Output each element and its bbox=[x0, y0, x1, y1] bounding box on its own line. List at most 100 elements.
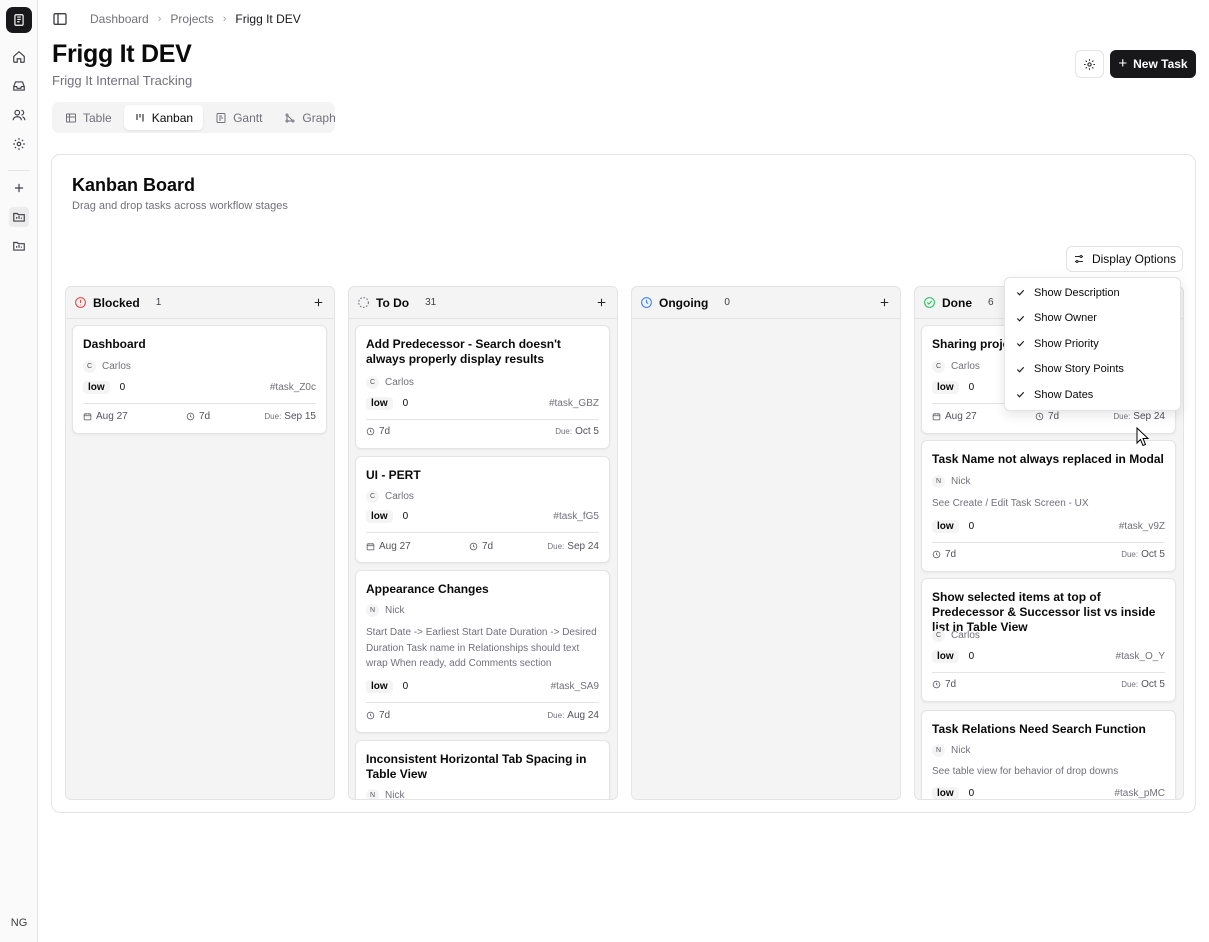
duration: 7d bbox=[379, 426, 391, 437]
check-icon bbox=[1016, 315, 1025, 322]
project-settings-button[interactable] bbox=[1075, 50, 1104, 78]
avatar: C bbox=[83, 360, 96, 373]
tab-graph[interactable]: Graph bbox=[274, 105, 345, 130]
owner-name: Carlos bbox=[385, 491, 414, 502]
task-title: Inconsistent Horizontal Tab Spacing in T… bbox=[366, 752, 587, 781]
task-meta: low 0 #task_SA9 bbox=[366, 680, 599, 693]
display-options-button[interactable]: Display Options bbox=[1066, 246, 1183, 272]
task-card[interactable]: Appearance Changes N Nick Start Date -> E… bbox=[355, 570, 610, 733]
task-card[interactable]: Add Predecessor - Search doesn't always … bbox=[355, 325, 610, 449]
tab-label: Graph bbox=[302, 110, 336, 125]
board-title: Kanban Board bbox=[72, 175, 196, 195]
task-title: Task Relations Need Search Function bbox=[932, 722, 1146, 736]
view-switcher: Table Kanban Gantt Graph bbox=[52, 102, 336, 133]
column-header: Blocked 1 bbox=[66, 287, 334, 319]
task-card[interactable]: Show selected items at top of Predecesso… bbox=[921, 578, 1176, 702]
menu-item-show-story-points[interactable]: Show Story Points bbox=[1005, 357, 1180, 383]
task-card[interactable]: UI - PERT C Carlos low 0 #task_fG5 Aug 27 7… bbox=[355, 456, 610, 563]
due-label: Due: bbox=[1121, 680, 1139, 689]
task-dates: Aug 27 7d Due: Sep 15 bbox=[83, 411, 316, 422]
chevron-right-icon: › bbox=[222, 13, 227, 25]
tab-kanban[interactable]: Kanban bbox=[123, 105, 204, 130]
story-points: 0 bbox=[402, 511, 409, 522]
task-card[interactable]: Task Relations Need Search Function N Nic… bbox=[921, 710, 1176, 799]
menu-item-show-owner[interactable]: Show Owner bbox=[1005, 306, 1180, 332]
task-card[interactable]: Dashboard C Carlos low 0 #task_Z0c Aug 27 7… bbox=[72, 325, 327, 434]
clock-icon bbox=[1035, 412, 1044, 421]
project-folder-icon[interactable] bbox=[9, 207, 29, 227]
due-date: Sep 24 bbox=[567, 541, 599, 552]
clock-icon bbox=[932, 550, 941, 559]
task-id: #task_v9Z bbox=[1118, 521, 1165, 532]
menu-item-show-priority[interactable]: Show Priority bbox=[1005, 331, 1180, 357]
kanban-icon bbox=[136, 113, 144, 121]
owner-name: Nick bbox=[385, 790, 405, 800]
tab-label: Table bbox=[83, 110, 112, 125]
menu-item-show-description[interactable]: Show Description bbox=[1005, 280, 1180, 306]
user-avatar[interactable]: NG bbox=[6, 912, 32, 934]
settings-icon[interactable] bbox=[9, 134, 29, 154]
sidebar-toggle-icon[interactable] bbox=[52, 11, 68, 27]
menu-item-label: Show Description bbox=[1034, 286, 1120, 299]
home-icon[interactable] bbox=[9, 47, 29, 67]
task-meta: low 0 #task_GBZ bbox=[366, 397, 599, 410]
project-folder-icon[interactable] bbox=[9, 236, 29, 256]
sliders-icon bbox=[1074, 255, 1083, 263]
card-divider bbox=[366, 532, 599, 533]
task-card[interactable]: Task Name not always replaced in Modal N… bbox=[921, 440, 1176, 572]
task-id: #task_fG5 bbox=[553, 511, 599, 522]
task-id: #task_O_Y bbox=[1115, 651, 1165, 662]
duration: 7d bbox=[945, 679, 957, 690]
priority-badge: low bbox=[932, 650, 959, 663]
column-name: To Do bbox=[376, 295, 410, 310]
add-project-icon[interactable] bbox=[9, 178, 29, 198]
breadcrumb-dashboard[interactable]: Dashboard bbox=[90, 12, 149, 26]
add-task-icon[interactable] bbox=[593, 294, 609, 310]
board-subtitle: Drag and drop tasks across workflow stag… bbox=[72, 200, 288, 212]
clock-icon bbox=[186, 412, 195, 421]
task-id: #task_GBZ bbox=[548, 398, 599, 409]
alert-circle-icon bbox=[75, 297, 86, 308]
menu-item-show-dates[interactable]: Show Dates bbox=[1005, 382, 1180, 408]
new-task-button[interactable]: + New Task bbox=[1110, 50, 1196, 78]
duration: 7d bbox=[945, 549, 957, 560]
task-dates: 7d Due: Oct 5 bbox=[932, 679, 1165, 690]
inbox-icon[interactable] bbox=[9, 76, 29, 96]
table-icon bbox=[66, 113, 76, 122]
card-divider bbox=[932, 672, 1165, 673]
column-count: 1 bbox=[155, 297, 162, 308]
column-name: Done bbox=[942, 295, 972, 310]
priority-badge: low bbox=[932, 381, 959, 394]
app-logo-icon[interactable] bbox=[6, 7, 32, 33]
gantt-icon bbox=[216, 112, 226, 123]
task-card[interactable]: Inconsistent Horizontal Tab Spacing in T… bbox=[355, 740, 610, 800]
column-header: To Do 31 bbox=[349, 287, 617, 319]
priority-badge: low bbox=[932, 520, 959, 533]
avatar: N bbox=[932, 475, 945, 488]
breadcrumb-projects[interactable]: Projects bbox=[170, 12, 213, 26]
due-label: Due: bbox=[547, 542, 565, 551]
task-description: See table view for behavior of drop down… bbox=[932, 766, 1119, 777]
avatar: C bbox=[366, 490, 379, 503]
menu-item-label: Show Priority bbox=[1034, 337, 1099, 350]
owner-name: Carlos bbox=[385, 377, 414, 388]
duration: 7d bbox=[482, 541, 494, 552]
column-blocked: Blocked 1 Dashboard C Carlos low 0 #task_Z0… bbox=[65, 286, 335, 800]
due-label: Due: bbox=[264, 412, 282, 421]
column-header: Ongoing 0 bbox=[632, 287, 900, 319]
due-label: Due: bbox=[1113, 412, 1131, 421]
add-task-icon[interactable] bbox=[876, 294, 892, 310]
users-icon[interactable] bbox=[9, 105, 29, 125]
story-points: 0 bbox=[968, 382, 975, 393]
clock-icon bbox=[932, 680, 941, 689]
clock-icon bbox=[366, 711, 375, 720]
card-divider bbox=[932, 542, 1165, 543]
start-date: Aug 27 bbox=[945, 411, 977, 422]
tab-table[interactable]: Table bbox=[55, 105, 122, 130]
tab-label: Gantt bbox=[233, 110, 263, 125]
tab-gantt[interactable]: Gantt bbox=[205, 105, 272, 130]
due-label: Due: bbox=[1121, 550, 1139, 559]
card-divider bbox=[366, 702, 599, 703]
task-id: #task_pMC bbox=[1114, 788, 1165, 799]
add-task-icon[interactable] bbox=[310, 294, 326, 310]
